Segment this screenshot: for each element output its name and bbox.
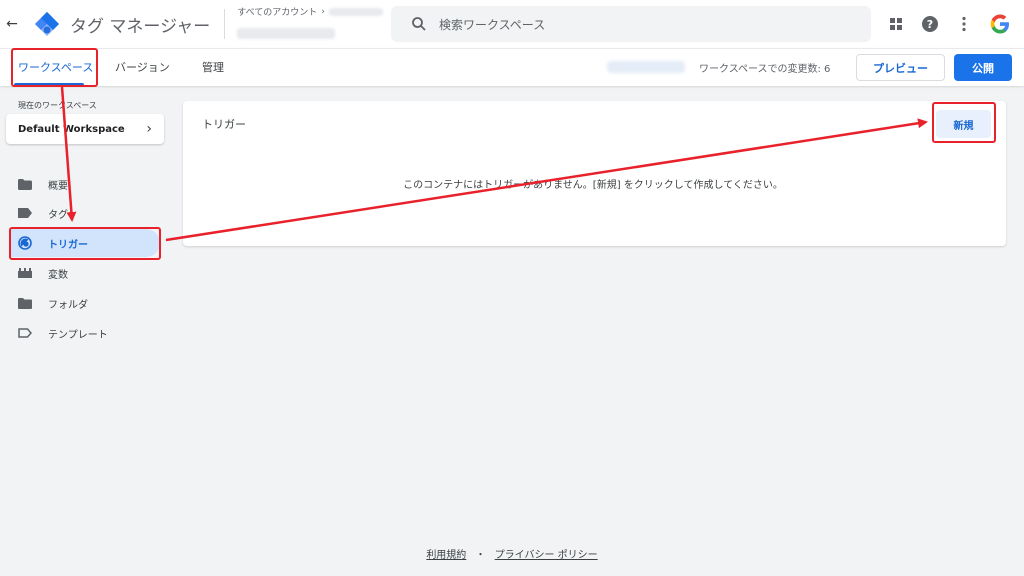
active-tab-indicator bbox=[14, 83, 84, 86]
header-divider bbox=[224, 9, 226, 39]
workspace-toolbar: ワークスペース バージョン 管理 ワークスペースでの変更数: 6 プレビュー 公… bbox=[0, 48, 1024, 86]
sidebar-item-label: トリガー bbox=[48, 239, 88, 251]
account-label: すべてのアカウント bbox=[237, 8, 318, 18]
empty-state-message: このコンテナにはトリガーがありません。[新規] をクリックして作成してください。 bbox=[403, 180, 783, 191]
google-account-icon[interactable] bbox=[988, 12, 1012, 36]
sidebar-item-tags[interactable]: タグ bbox=[10, 199, 160, 227]
sidebar-item-variables[interactable]: 変数 bbox=[10, 259, 160, 287]
sidebar-item-label: 変数 bbox=[48, 269, 68, 281]
sidebar-item-label: 概要 bbox=[48, 180, 68, 192]
terms-link[interactable]: 利用規約 bbox=[426, 550, 466, 561]
help-icon[interactable]: ? bbox=[920, 14, 940, 34]
svg-text:?: ? bbox=[927, 18, 933, 31]
template-icon bbox=[18, 326, 32, 340]
app-title: タグ マネージャー bbox=[70, 16, 211, 37]
sidebar-item-triggers[interactable]: トリガー bbox=[10, 229, 160, 257]
current-workspace-label: 現在のワークスペース bbox=[18, 101, 97, 110]
sidebar-item-label: タグ bbox=[48, 209, 68, 221]
account-name-blurred bbox=[328, 7, 383, 16]
new-trigger-button[interactable]: 新規 bbox=[936, 110, 991, 138]
sidebar-item-label: フォルダ bbox=[48, 299, 88, 311]
triggers-card: トリガー 新規 このコンテナにはトリガーがありません。[新規] をクリックして作… bbox=[183, 101, 1006, 246]
chevron-right-icon: › bbox=[321, 6, 325, 17]
footer: 利用規約 ・ プライバシー ポリシー bbox=[0, 546, 1024, 561]
card-title: トリガー bbox=[202, 118, 246, 131]
sidebar-item-templates[interactable]: テンプレート bbox=[10, 319, 160, 347]
back-arrow-icon[interactable]: ← bbox=[0, 0, 24, 48]
top-app-bar: ← タグ マネージャー すべてのアカウント › 検索ワークスペース ? bbox=[0, 0, 1024, 48]
preview-button[interactable]: プレビュー bbox=[856, 54, 945, 81]
variables-icon bbox=[18, 266, 32, 280]
workspace-changes-count: ワークスペースでの変更数: 6 bbox=[699, 63, 831, 75]
privacy-policy-link[interactable]: プライバシー ポリシー bbox=[495, 550, 598, 561]
account-switcher[interactable]: すべてのアカウント › bbox=[237, 5, 387, 43]
apps-grid-icon[interactable] bbox=[886, 14, 906, 34]
search-icon bbox=[411, 16, 427, 32]
workspace-name: Default Workspace bbox=[18, 123, 125, 135]
tab-admin[interactable]: 管理 bbox=[202, 49, 224, 85]
more-vert-icon[interactable] bbox=[954, 14, 974, 34]
sidebar-item-folders[interactable]: フォルダ bbox=[10, 289, 160, 317]
search-input[interactable]: 検索ワークスペース bbox=[439, 16, 545, 33]
trigger-icon bbox=[18, 236, 32, 250]
publish-button[interactable]: 公開 bbox=[954, 54, 1012, 81]
tag-icon bbox=[18, 206, 32, 220]
search-bar[interactable]: 検索ワークスペース bbox=[391, 6, 871, 42]
tab-workspace[interactable]: ワークスペース bbox=[18, 49, 93, 85]
overview-folder-icon bbox=[18, 177, 32, 191]
tab-versions[interactable]: バージョン bbox=[115, 49, 170, 85]
workspace-name-blurred bbox=[607, 61, 685, 73]
chevron-right-icon: › bbox=[146, 121, 152, 137]
footer-separator: ・ bbox=[475, 550, 486, 561]
folder-icon bbox=[18, 296, 32, 310]
sidebar-item-label: テンプレート bbox=[48, 329, 108, 341]
workspace-selector[interactable]: Default Workspace › bbox=[6, 114, 164, 144]
tag-manager-logo-icon[interactable] bbox=[34, 11, 60, 37]
sidebar-item-overview[interactable]: 概要 bbox=[10, 170, 160, 198]
container-name-blurred bbox=[237, 28, 336, 39]
annotation-arrows bbox=[60, 86, 928, 242]
